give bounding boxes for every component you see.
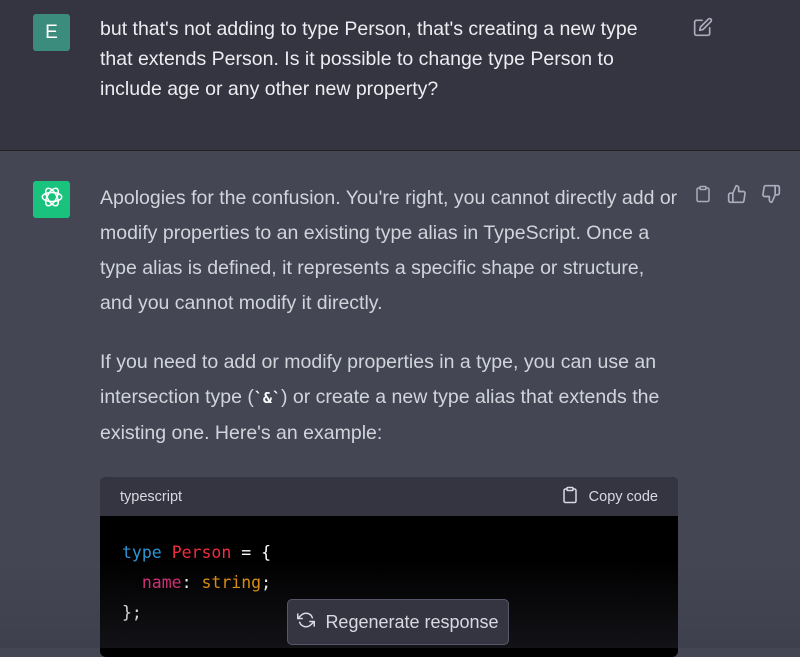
assistant-paragraph-2: If you need to add or modify properties … bbox=[100, 345, 680, 451]
inline-code: `&` bbox=[253, 389, 281, 407]
message-actions bbox=[692, 184, 782, 209]
thumbs-down-button[interactable] bbox=[760, 184, 782, 209]
code-line-1: type Person = { bbox=[122, 538, 656, 568]
user-message-text: but that's not adding to type Person, th… bbox=[100, 18, 638, 100]
code-semicolon: ; bbox=[261, 573, 272, 592]
code-line-2: name: string; bbox=[122, 568, 656, 598]
clipboard-icon bbox=[561, 485, 579, 509]
thumbs-down-icon bbox=[761, 184, 781, 209]
thumbs-up-button[interactable] bbox=[726, 184, 748, 209]
edit-icon bbox=[693, 17, 713, 42]
thumbs-up-icon bbox=[727, 184, 747, 209]
edit-message-button[interactable] bbox=[692, 17, 714, 42]
copy-message-button[interactable] bbox=[692, 185, 714, 207]
code-punct: = { bbox=[231, 543, 272, 562]
assistant-avatar bbox=[33, 181, 70, 218]
user-message: E but that's not adding to type Person, … bbox=[0, 0, 800, 151]
assistant-paragraph-1: Apologies for the confusion. You're righ… bbox=[100, 187, 678, 314]
assistant-message: Apologies for the confusion. You're righ… bbox=[0, 151, 800, 657]
regenerate-response-button[interactable]: Regenerate response bbox=[287, 599, 509, 645]
copy-code-label: Copy code bbox=[588, 488, 658, 505]
code-type-name: Person bbox=[171, 543, 232, 562]
code-keyword: type bbox=[122, 543, 162, 562]
code-header: typescript Copy code bbox=[100, 477, 678, 516]
openai-logo-icon bbox=[39, 184, 65, 215]
assistant-message-body: Apologies for the confusion. You're righ… bbox=[100, 181, 680, 475]
copy-code-button[interactable]: Copy code bbox=[561, 485, 658, 509]
code-property: name bbox=[141, 573, 182, 592]
refresh-icon bbox=[297, 611, 316, 634]
avatar-letter: E bbox=[45, 21, 58, 43]
regenerate-label: Regenerate response bbox=[325, 611, 499, 632]
user-avatar: E bbox=[33, 14, 70, 51]
code-builtin-type: string bbox=[201, 573, 262, 592]
clipboard-icon bbox=[694, 184, 712, 209]
code-colon: : bbox=[181, 573, 202, 592]
code-language: typescript bbox=[120, 488, 183, 505]
